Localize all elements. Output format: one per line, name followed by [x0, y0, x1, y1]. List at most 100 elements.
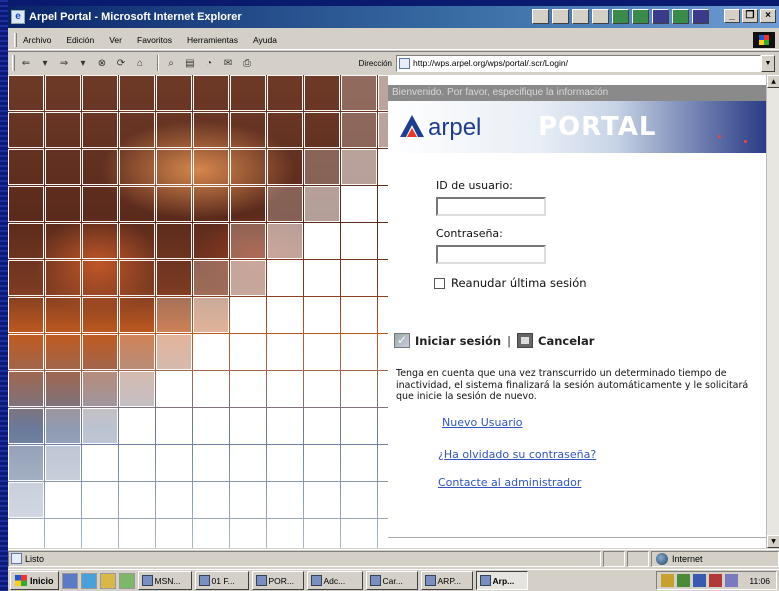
mosaic-tile	[304, 445, 340, 481]
home-icon[interactable]: ⌂	[133, 56, 147, 70]
task-icon	[479, 575, 491, 586]
quick-icon-8[interactable]	[672, 9, 689, 24]
task-button[interactable]: 01 F...	[194, 571, 249, 590]
mosaic-tile	[82, 112, 118, 148]
quick-icon-5[interactable]	[612, 9, 629, 24]
quick-icon-7[interactable]	[652, 9, 669, 24]
mosaic-tile	[230, 371, 266, 407]
task-button[interactable]: MSN...	[137, 571, 192, 590]
start-button[interactable]: Inicio	[10, 571, 59, 590]
refresh-icon[interactable]: ⟳	[114, 56, 128, 70]
forward-icon[interactable]: ⇒	[57, 56, 71, 70]
mosaic-tile	[82, 260, 118, 296]
task-label: 01 F...	[211, 575, 235, 586]
task-button-active[interactable]: Arp...	[475, 571, 528, 590]
quicklaunch-outlook-icon[interactable]	[99, 572, 116, 589]
task-button[interactable]: ARP...	[420, 571, 473, 590]
mosaic-tile	[267, 445, 303, 481]
new-user-link[interactable]: Nuevo Usuario	[442, 416, 523, 429]
mosaic-tile	[45, 112, 81, 148]
tray-icon[interactable]	[709, 574, 723, 587]
scroll-up-icon[interactable]: ▲	[767, 75, 779, 88]
user-id-input[interactable]	[436, 197, 546, 216]
history-icon[interactable]: ◔	[202, 56, 216, 70]
quick-icon-9[interactable]	[692, 9, 709, 24]
task-button[interactable]: Car...	[365, 571, 418, 590]
scroll-down-icon[interactable]: ▼	[767, 535, 779, 548]
print-icon[interactable]: ⎙	[240, 56, 254, 70]
mosaic-tile	[304, 482, 340, 518]
mosaic-tile	[8, 519, 44, 548]
mosaic-tile	[304, 186, 340, 222]
quick-icon-2[interactable]	[552, 9, 569, 24]
tray-icon[interactable]	[661, 574, 675, 587]
tray-icon[interactable]	[725, 574, 739, 587]
maximize-button[interactable]: ❐	[742, 9, 758, 23]
dropdown-icon[interactable]: ▾	[76, 56, 90, 70]
close-button[interactable]: ×	[760, 9, 776, 23]
mosaic-tile	[230, 482, 266, 518]
mosaic-tile	[8, 223, 44, 259]
mosaic-tile	[119, 297, 155, 333]
password-input[interactable]	[436, 245, 546, 264]
mosaic-tile	[193, 112, 229, 148]
menu-favoritos[interactable]: Favoritos	[137, 35, 172, 45]
mosaic-tile	[341, 519, 377, 548]
address-value: http://wps.arpel.org/wps/portal/.scr/Log…	[413, 58, 568, 68]
mosaic-tile	[193, 408, 229, 444]
vertical-scrollbar[interactable]: ▲ ▼	[766, 75, 779, 548]
login-check-icon[interactable]	[394, 333, 410, 348]
quick-icon-6[interactable]	[632, 9, 649, 24]
quicklaunch-desktop-icon[interactable]	[61, 572, 78, 589]
tray-icon[interactable]	[693, 574, 707, 587]
back-icon[interactable]: ⇐	[19, 56, 33, 70]
mail-icon[interactable]: ✉	[221, 56, 235, 70]
quicklaunch-ie-icon[interactable]	[80, 572, 97, 589]
menu-edicion[interactable]: Edición	[66, 35, 94, 45]
address-input[interactable]: http://wps.arpel.org/wps/portal/.scr/Log…	[396, 54, 761, 72]
login-button[interactable]: Iniciar sesión	[415, 334, 501, 348]
mosaic-tile	[193, 149, 229, 185]
mosaic-tile	[341, 408, 377, 444]
mosaic-tile	[341, 186, 377, 222]
cancel-button[interactable]: Cancelar	[538, 334, 594, 348]
minimize-button[interactable]: _	[724, 9, 740, 23]
menu-archivo[interactable]: Archivo	[23, 35, 51, 45]
task-label: MSN...	[154, 575, 181, 586]
resume-session-checkbox[interactable]	[434, 277, 445, 289]
mosaic-tile	[8, 445, 44, 481]
quick-icon-1[interactable]	[532, 9, 549, 24]
quicklaunch-app-icon[interactable]	[118, 572, 135, 589]
title-bar: e Arpel Portal - Microsoft Internet Expl…	[8, 6, 779, 28]
forgot-password-link[interactable]: ¿Ha olvidado su contraseña?	[438, 448, 596, 461]
quick-icon-3[interactable]	[572, 9, 589, 24]
menu-ayuda[interactable]: Ayuda	[253, 35, 277, 45]
password-label: Contraseña:	[436, 227, 503, 240]
task-icon	[255, 575, 267, 586]
menu-ver[interactable]: Ver	[109, 35, 122, 45]
mosaic-tile	[8, 149, 44, 185]
mosaic-tile	[341, 260, 377, 296]
task-button[interactable]: Adc...	[306, 571, 363, 590]
stop-icon[interactable]: ⊗	[95, 56, 109, 70]
resume-session-label: Reanudar última sesión	[451, 276, 587, 290]
menu-herramientas[interactable]: Herramientas	[187, 35, 238, 45]
dropdown-icon[interactable]: ▾	[38, 56, 52, 70]
mosaic-tile	[119, 371, 155, 407]
mosaic-tile	[304, 371, 340, 407]
contact-admin-link[interactable]: Contacte al administrador	[438, 476, 581, 489]
cancel-icon[interactable]	[517, 333, 533, 348]
mosaic-tile	[156, 408, 192, 444]
resume-session-row[interactable]: Reanudar última sesión	[434, 276, 587, 290]
tray-icon[interactable]	[677, 574, 691, 587]
toolbar-separator	[157, 55, 159, 71]
task-button[interactable]: POR...	[251, 571, 304, 590]
login-panel: Bienvenido. Por favor, especifique la in…	[388, 75, 766, 548]
mosaic-tile	[82, 223, 118, 259]
mosaic-tile	[45, 297, 81, 333]
page-status-icon	[11, 553, 22, 564]
favorites-icon[interactable]: ▤	[183, 56, 197, 70]
quick-icon-4[interactable]	[592, 9, 609, 24]
search-icon[interactable]: ⌕	[164, 56, 178, 70]
address-dropdown-button[interactable]: ▼	[761, 54, 775, 72]
